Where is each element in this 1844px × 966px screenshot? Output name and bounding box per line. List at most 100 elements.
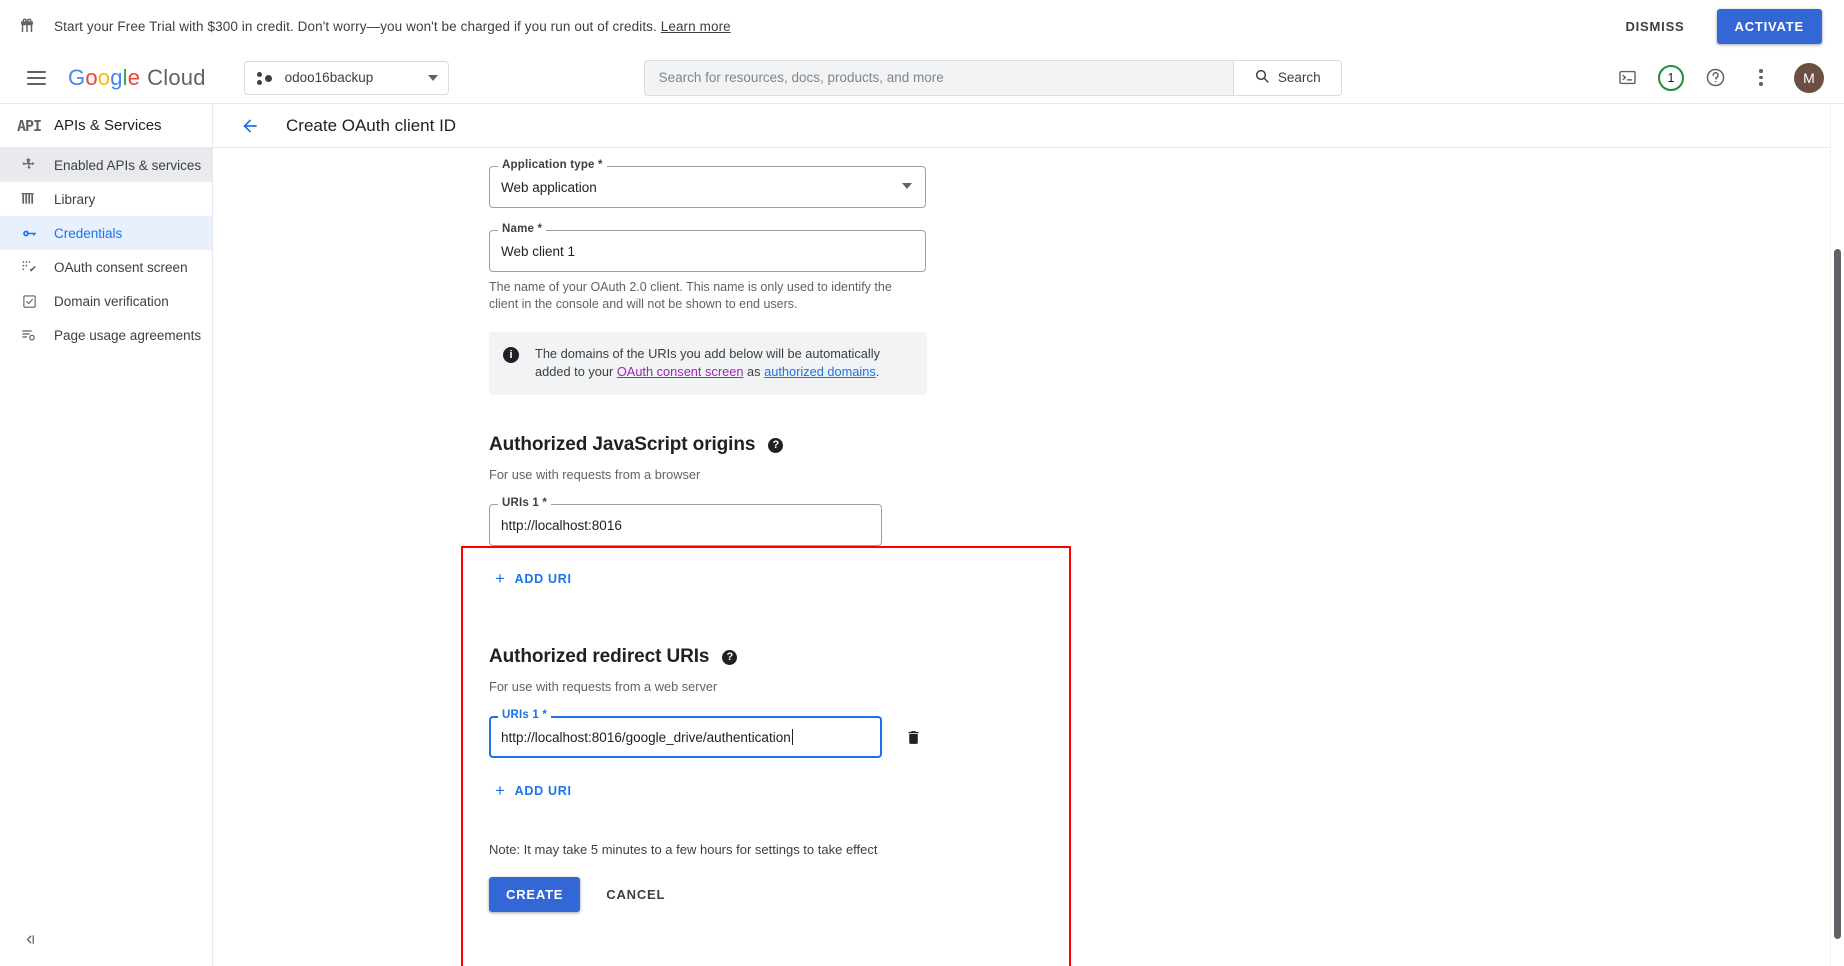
consent-screen-icon: [10, 259, 48, 275]
page-settings-icon: [10, 327, 48, 343]
dismiss-button[interactable]: DISMISS: [1615, 11, 1694, 42]
form-scroll-area: Application type * Web application Name …: [213, 148, 1844, 966]
help-circle-icon[interactable]: ?: [768, 437, 784, 453]
add-uri-label: ADD URI: [514, 571, 572, 586]
plus-icon: +: [495, 569, 506, 588]
sidebar-product-title: APIs & Services: [54, 117, 162, 134]
authorized-domains-link[interactable]: authorized domains: [764, 364, 876, 379]
js-origins-uri-field[interactable]: URIs 1 * http://localhost:8016: [489, 497, 882, 546]
redirect-uris-subtitle: For use with requests from a web server: [489, 679, 718, 694]
sidebar-item-label: Enabled APIs & services: [54, 157, 202, 173]
library-icon: [10, 191, 48, 207]
redirect-uris-uri-row: URIs 1 * http://localhost:8016/google_dr…: [489, 709, 1844, 758]
sidebar-item-domain-verification[interactable]: Domain verification: [0, 284, 212, 318]
js-origins-uri-row: URIs 1 * http://localhost:8016: [489, 497, 1844, 546]
js-origins-add-uri-button[interactable]: + ADD URI: [489, 563, 581, 594]
js-origins-title: Authorized JavaScript origins: [489, 434, 756, 455]
redirect-uris-add-uri-button[interactable]: + ADD URI: [489, 775, 581, 806]
free-trial-banner: Start your Free Trial with $300 in credi…: [0, 0, 1844, 52]
application-type-select[interactable]: Application type * Web application: [489, 159, 926, 208]
hamburger-menu-icon[interactable]: [16, 58, 56, 98]
avatar[interactable]: M: [1794, 62, 1824, 93]
cloud-wordmark: Cloud: [147, 64, 206, 90]
sidebar-item-label: Library: [54, 191, 96, 207]
checkbox-icon: [10, 294, 48, 309]
page-title: Create OAuth client ID: [286, 115, 457, 135]
more-vertical-icon[interactable]: [1746, 69, 1776, 86]
redirect-uris-title-row: Authorized redirect URIs ?: [489, 646, 1844, 668]
project-dots-icon: [256, 70, 273, 86]
sidebar-header: API APIs & Services: [0, 104, 212, 148]
search-input[interactable]: [644, 60, 1233, 95]
search-button-label: Search: [1277, 70, 1321, 85]
redirect-uris-title: Authorized redirect URIs: [489, 646, 710, 667]
client-name-helper-text: The name of your OAuth 2.0 client. This …: [489, 280, 892, 311]
authorized-javascript-origins-section: Authorized JavaScript origins ? For use …: [489, 434, 1844, 594]
learn-more-link[interactable]: Learn more: [661, 19, 731, 34]
activate-button[interactable]: ACTIVATE: [1716, 8, 1822, 44]
redirect-uris-uri-field[interactable]: URIs 1 * http://localhost:8016/google_dr…: [489, 709, 882, 758]
search-icon: [1254, 68, 1270, 87]
client-name-value: Web client 1: [501, 243, 576, 259]
redirect-uris-uri-label: URIs 1 *: [498, 709, 552, 721]
header-actions: 1 M: [1610, 61, 1830, 95]
oauth-consent-screen-link[interactable]: OAuth consent screen: [617, 364, 744, 379]
authorized-redirect-uris-section: Authorized redirect URIs ? For use with …: [489, 646, 1844, 806]
create-button[interactable]: CREATE: [489, 877, 581, 912]
sidebar-item-oauth-consent-screen[interactable]: OAuth consent screen: [0, 250, 212, 284]
sidebar-item-label: Credentials: [54, 225, 123, 241]
info-text-part-3: .: [875, 364, 880, 379]
scrollbar-thumb[interactable]: [1834, 249, 1841, 939]
global-header: Google Cloud odoo16backup Search 1: [0, 52, 1844, 104]
sidebar-item-label: OAuth consent screen: [54, 259, 188, 275]
chevron-down-icon: [427, 74, 438, 81]
delete-redirect-uri-button[interactable]: [900, 724, 926, 750]
sidebar-item-label: Page usage agreements: [54, 327, 202, 343]
sidebar-item-page-usage-agreements[interactable]: Page usage agreements: [0, 318, 212, 352]
global-search: Search: [643, 59, 1342, 96]
dashboard-move-icon: [10, 157, 48, 173]
redirect-uris-uri-value: http://localhost:8016/google_drive/authe…: [501, 729, 791, 745]
key-icon: [10, 225, 48, 242]
settings-note: Note: It may take 5 minutes to a few hou…: [489, 842, 878, 857]
cloud-shell-terminal-icon[interactable]: [1610, 61, 1644, 95]
cancel-button[interactable]: CANCEL: [594, 877, 677, 912]
collapse-panel-icon[interactable]: [10, 924, 48, 954]
sidebar-item-enabled-apis[interactable]: Enabled APIs & services: [0, 148, 212, 182]
info-icon: i: [503, 347, 519, 363]
api-logo: API: [16, 116, 42, 135]
redirect-uris-uri-value-wrap: http://localhost:8016/google_drive/authe…: [501, 716, 793, 758]
back-arrow-icon[interactable]: [237, 113, 263, 139]
js-origins-uri-label: URIs 1 *: [498, 497, 552, 509]
sidebar-item-credentials[interactable]: Credentials: [0, 216, 212, 250]
domains-info-box: i The domains of the URIs you add below …: [489, 332, 927, 395]
main-content: Create OAuth client ID Application type …: [213, 104, 1844, 966]
banner-actions: DISMISS ACTIVATE: [1615, 8, 1822, 44]
notification-badge[interactable]: 1: [1658, 64, 1684, 91]
js-origins-title-row: Authorized JavaScript origins ?: [489, 434, 1844, 456]
google-cloud-logo[interactable]: Google Cloud: [68, 65, 206, 91]
trial-message: Start your Free Trial with $300 in credi…: [54, 19, 731, 34]
add-uri-label: ADD URI: [514, 783, 572, 798]
sidebar: API APIs & Services Enabled APIs & servi…: [0, 104, 213, 966]
application-type-value: Web application: [501, 179, 597, 195]
sidebar-item-label: Domain verification: [54, 293, 169, 309]
app-body: API APIs & Services Enabled APIs & servi…: [0, 104, 1844, 966]
page-header: Create OAuth client ID: [213, 104, 1844, 148]
help-circle-icon[interactable]: [1698, 61, 1732, 95]
js-origins-uri-value: http://localhost:8016: [501, 517, 622, 533]
oauth-client-form: Application type * Web application Name …: [213, 159, 1844, 912]
form-actions: CREATE CANCEL: [489, 877, 1844, 912]
gift-icon: [14, 13, 40, 39]
application-type-label: Application type *: [498, 159, 607, 171]
client-name-field[interactable]: Name * Web client 1: [489, 223, 926, 272]
google-wordmark: Google: [68, 64, 141, 90]
vertical-scrollbar[interactable]: [1830, 104, 1844, 966]
plus-icon: +: [495, 781, 506, 800]
help-circle-icon[interactable]: ?: [722, 649, 738, 665]
trial-message-text: Start your Free Trial with $300 in credi…: [54, 18, 661, 34]
search-button[interactable]: Search: [1232, 60, 1341, 95]
js-origins-subtitle: For use with requests from a browser: [489, 467, 701, 482]
project-picker[interactable]: odoo16backup: [243, 60, 449, 95]
sidebar-item-library[interactable]: Library: [0, 182, 212, 216]
